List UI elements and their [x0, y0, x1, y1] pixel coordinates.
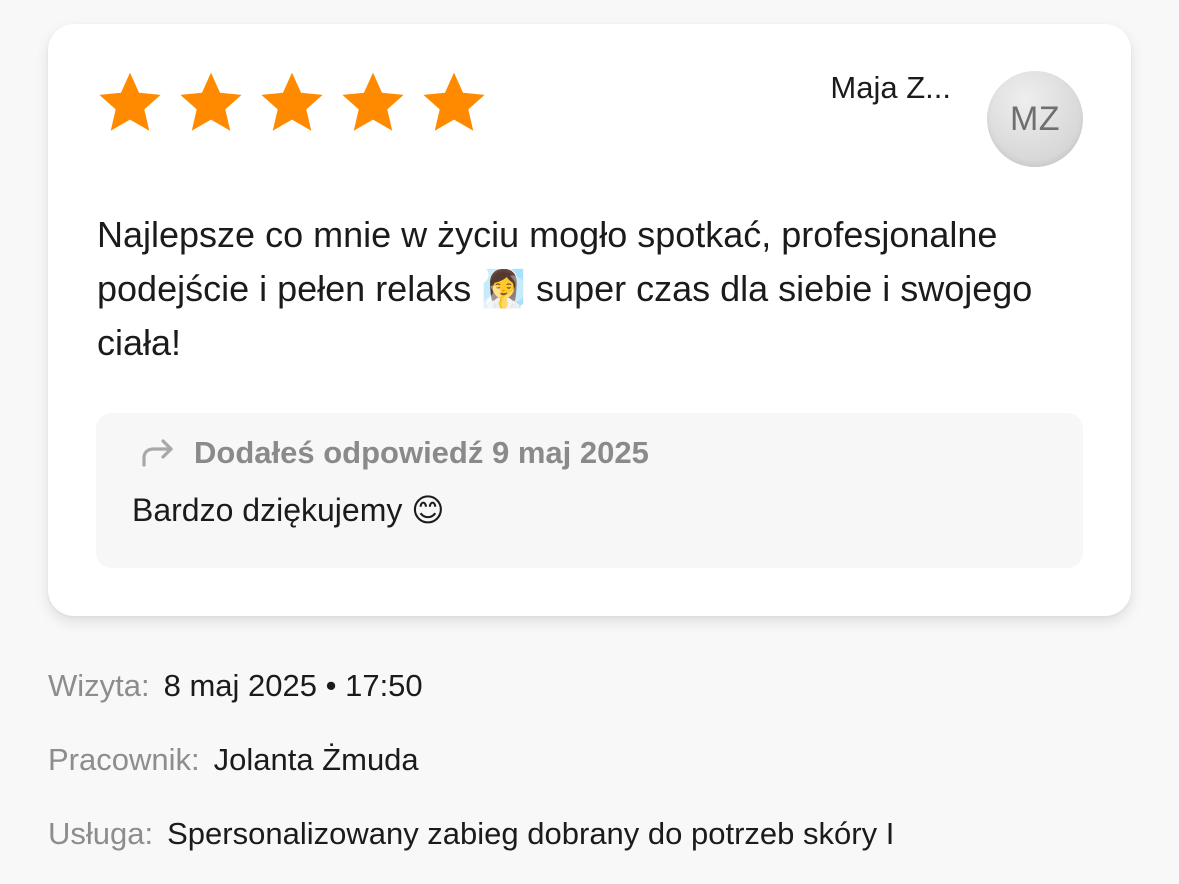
- detail-value: Spersonalizowany zabieg dobrany do potrz…: [167, 816, 895, 851]
- reply-text: Bardzo dziękujemy 😊: [132, 492, 445, 528]
- star-icon: [337, 68, 418, 138]
- star-icon: [94, 68, 175, 138]
- reply-arrow-icon: [140, 438, 176, 468]
- review-text: Najlepsze co mnie w życiu mogło spotkać,…: [97, 214, 1033, 363]
- reply-meta: Dodałeś odpowiedź 9 maj 2025: [194, 435, 649, 470]
- detail-row-employee: Pracownik: Jolanta Żmuda: [48, 742, 894, 816]
- star-icon: [175, 68, 256, 138]
- review-card: Maja Z... MZ Najlepsze co mnie w życiu m…: [48, 24, 1131, 616]
- star-rating: [94, 68, 499, 138]
- detail-label: Usługa:: [48, 816, 154, 851]
- reply-box: Dodałeś odpowiedź 9 maj 2025 Bardzo dzię…: [96, 413, 1083, 568]
- star-icon: [418, 68, 499, 138]
- star-icon: [256, 68, 337, 138]
- detail-row-service: Usługa: Spersonalizowany zabieg dobrany …: [48, 816, 894, 884]
- review-detail-page: Maja Z... MZ Najlepsze co mnie w życiu m…: [0, 0, 1179, 884]
- visit-details: Wizyta: 8 maj 2025 • 17:50 Pracownik: Jo…: [48, 668, 894, 884]
- detail-value: Jolanta Żmuda: [213, 742, 419, 777]
- detail-value: 8 maj 2025 • 17:50: [163, 668, 423, 703]
- detail-label: Wizyta:: [48, 668, 150, 703]
- reviewer-name: Maja Z...: [830, 70, 951, 105]
- detail-label: Pracownik:: [48, 742, 200, 777]
- reply-header: Dodałeś odpowiedź 9 maj 2025: [140, 435, 649, 471]
- avatar: MZ: [987, 71, 1083, 167]
- detail-row-visit: Wizyta: 8 maj 2025 • 17:50: [48, 668, 894, 742]
